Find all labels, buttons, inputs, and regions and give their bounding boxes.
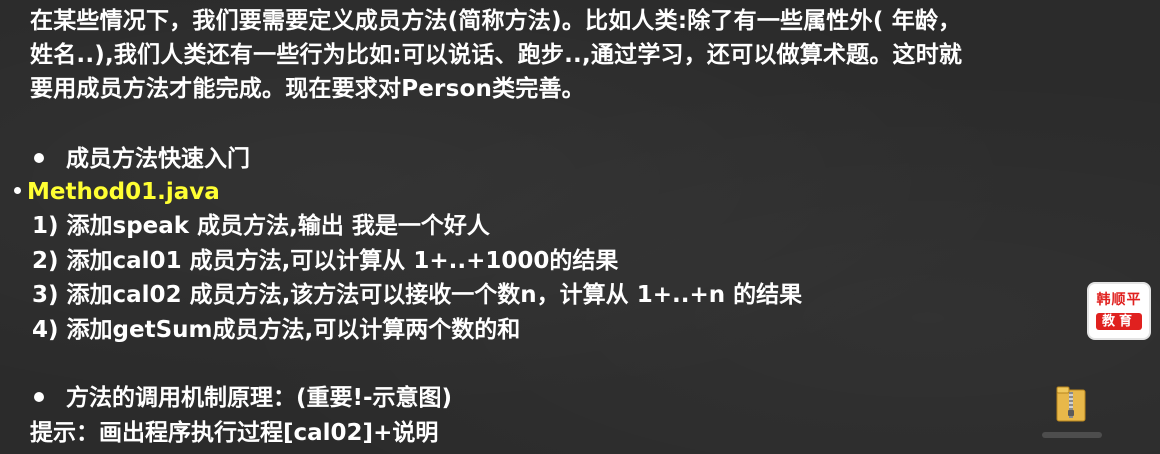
slide: 在某些情况下，我们要需要定义成员方法(简称方法)。比如人类:除了有一些属性外( …	[0, 0, 1160, 454]
bullet-icon	[34, 391, 44, 402]
section-1-heading: 成员方法快速入门	[66, 146, 250, 172]
section-2-heading: 方法的调用机制原理：(重要!-示意图)	[66, 385, 453, 411]
brand-logo: 韩顺平 教育	[1089, 284, 1149, 338]
bullet-icon	[34, 152, 44, 163]
brand-logo-top: 韩顺平	[1096, 292, 1142, 308]
intro-line-1: 在某些情况下，我们要需要定义成员方法(简称方法)。比如人类:除了有一些属性外( …	[30, 8, 962, 34]
brand-logo-bottom: 教育	[1095, 313, 1142, 330]
intro-paragraph: 在某些情况下，我们要需要定义成员方法(简称方法)。比如人类:除了有一些属性外( …	[30, 4, 1150, 106]
bullet-icon	[14, 187, 21, 194]
desktop-icon-label	[1042, 432, 1102, 438]
section-1-heading-row: 成员方法快速入门	[34, 142, 250, 176]
list-item: 2) 添加cal01 成员方法,可以计算从 1+..+1000的结果	[32, 248, 619, 274]
intro-line-3: 要用成员方法才能完成。现在要求对Person类完善。	[30, 76, 585, 102]
list-item: 1) 添加speak 成员方法,输出 我是一个好人	[32, 213, 490, 239]
section-2-heading-row: 方法的调用机制原理：(重要!-示意图)	[34, 381, 452, 415]
hint-text: 提示：画出程序执行过程[cal02]+说明	[30, 420, 439, 446]
list-item: 4) 添加getSum成员方法,可以计算两个数的和	[32, 317, 521, 343]
intro-line-2: 姓名..),我们人类还有一些行为比如:可以说话、跑步..,通过学习，还可以做算术…	[30, 42, 963, 68]
zip-folder-icon[interactable]	[1056, 386, 1086, 422]
filename-row: Method01.java	[14, 175, 220, 209]
list-item: 3) 添加cal02 成员方法,该方法可以接收一个数n，计算从 1+..+n 的…	[32, 282, 803, 308]
filename: Method01.java	[27, 179, 220, 205]
